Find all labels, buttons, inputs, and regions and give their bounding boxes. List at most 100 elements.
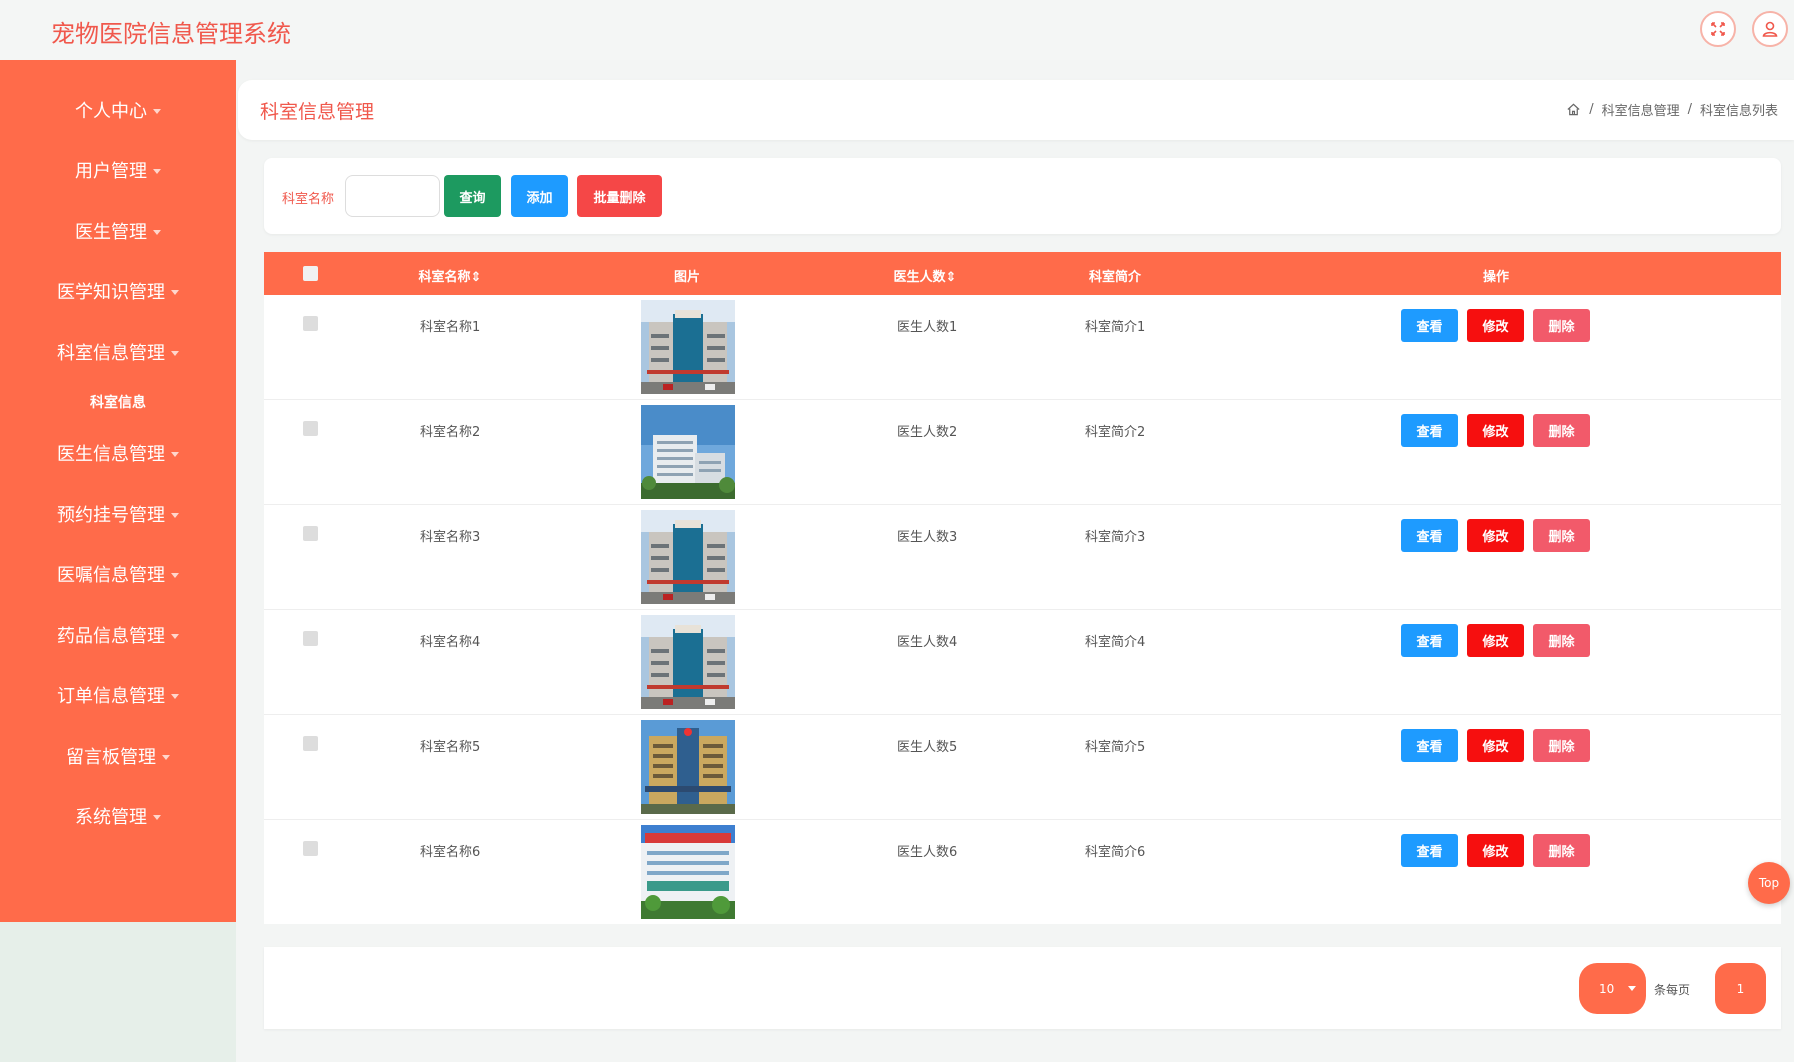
row-checkbox[interactable]: [303, 316, 318, 331]
view-button[interactable]: 查看: [1401, 309, 1458, 342]
department-name-input[interactable]: [345, 175, 440, 217]
sidebar-item-system[interactable]: 系统管理: [0, 796, 236, 836]
sort-icon[interactable]: ⇕: [946, 270, 957, 285]
caret-down-icon: [171, 572, 179, 578]
sidebar-item-medical-knowledge[interactable]: 医学知识管理: [0, 271, 236, 311]
table-row: 科室名称6 医生人数6 科室简介6 查看 修改 删除: [264, 820, 1781, 925]
sidebar-item-doctor-info[interactable]: 医生信息管理: [0, 433, 236, 473]
department-name-cell: 科室名称2: [420, 425, 481, 440]
delete-button[interactable]: 删除: [1533, 414, 1590, 447]
caret-down-icon: [171, 350, 179, 356]
table-row: 科室名称1 医生人数1 科室简介1 查看 修改 删除: [264, 295, 1781, 400]
row-checkbox[interactable]: [303, 526, 318, 541]
caret-down-icon: [171, 512, 179, 518]
sidebar-item-medical-orders[interactable]: 医嘱信息管理: [0, 554, 236, 594]
delete-button[interactable]: 删除: [1533, 624, 1590, 657]
department-name-cell: 科室名称3: [420, 530, 481, 545]
row-checkbox[interactable]: [303, 841, 318, 856]
intro-cell: 科室简介1: [1085, 320, 1146, 335]
delete-button[interactable]: 删除: [1533, 309, 1590, 342]
pagination: 10 条每页 1: [264, 947, 1781, 1029]
department-image: [641, 510, 735, 604]
doctor-count-cell: 医生人数1: [897, 320, 958, 335]
view-button[interactable]: 查看: [1401, 624, 1458, 657]
page-number-button[interactable]: 1: [1715, 963, 1766, 1014]
row-checkbox[interactable]: [303, 736, 318, 751]
department-image: [641, 300, 735, 394]
row-checkbox[interactable]: [303, 421, 318, 436]
sidebar-item-drugs[interactable]: 药品信息管理: [0, 615, 236, 655]
search-bar: 科室名称 查询 添加 批量删除: [264, 158, 1781, 234]
table-header: 科室名称⇕ 图片 医生人数⇕ 科室简介 操作: [264, 252, 1781, 295]
edit-button[interactable]: 修改: [1467, 414, 1524, 447]
department-name-cell: 科室名称5: [420, 740, 481, 755]
batch-delete-button[interactable]: 批量删除: [577, 175, 662, 217]
caret-down-icon: [171, 693, 179, 699]
sidebar-item-label: 药品信息管理: [57, 626, 165, 647]
page-title: 科室信息管理: [260, 101, 375, 123]
user-icon[interactable]: [1752, 11, 1788, 47]
top-header: 宠物医院信息管理系统: [0, 0, 1794, 60]
caret-down-icon: [153, 814, 161, 820]
view-button[interactable]: 查看: [1401, 519, 1458, 552]
department-name-cell: 科室名称6: [420, 845, 481, 860]
home-icon[interactable]: [1566, 102, 1581, 117]
breadcrumb-item-department-list: 科室信息列表: [1699, 104, 1778, 119]
caret-down-icon: [171, 633, 179, 639]
select-all-checkbox[interactable]: [303, 266, 318, 281]
sidebar-item-doctor-management[interactable]: 医生管理: [0, 211, 236, 251]
sidebar-item-message-board[interactable]: 留言板管理: [0, 736, 236, 776]
sidebar-item-orders[interactable]: 订单信息管理: [0, 675, 236, 715]
query-button[interactable]: 查询: [444, 175, 501, 217]
edit-button[interactable]: 修改: [1467, 729, 1524, 762]
sidebar-item-appointment[interactable]: 预约挂号管理: [0, 494, 236, 534]
sidebar-subitem-department[interactable]: 科室信息: [0, 387, 236, 417]
department-name-cell: 科室名称1: [420, 320, 481, 335]
sidebar-item-user-management[interactable]: 用户管理: [0, 150, 236, 190]
breadcrumb-item-department-management[interactable]: 科室信息管理: [1602, 100, 1680, 119]
sidebar-item-label: 系统管理: [75, 807, 147, 828]
sidebar-item-label: 科室信息管理: [57, 343, 165, 364]
column-header-name[interactable]: 科室名称⇕: [419, 266, 482, 285]
view-button[interactable]: 查看: [1401, 729, 1458, 762]
column-header-doctor-count[interactable]: 医生人数⇕: [894, 266, 957, 285]
intro-cell: 科室简介3: [1085, 530, 1146, 545]
breadcrumb-separator: /: [1589, 102, 1594, 117]
sidebar: 个人中心 用户管理 医生管理 医学知识管理 科室信息管理 科室信息 医生信息管理…: [0, 60, 236, 922]
edit-button[interactable]: 修改: [1467, 519, 1524, 552]
edit-button[interactable]: 修改: [1467, 834, 1524, 867]
sidebar-item-personal-center[interactable]: 个人中心: [0, 90, 236, 130]
table-row: 科室名称4 医生人数4 科室简介4 查看 修改 删除: [264, 610, 1781, 715]
intro-cell: 科室简介4: [1085, 635, 1146, 650]
department-name-cell: 科室名称4: [420, 635, 481, 650]
page-size-value: 10: [1599, 981, 1615, 996]
row-checkbox[interactable]: [303, 631, 318, 646]
sidebar-item-label: 医学知识管理: [57, 282, 165, 303]
page-size-select[interactable]: 10: [1579, 963, 1646, 1014]
column-header-label: 科室名称: [418, 270, 471, 285]
sidebar-item-label: 医嘱信息管理: [57, 565, 165, 586]
edit-button[interactable]: 修改: [1467, 624, 1524, 657]
fullscreen-icon[interactable]: [1700, 11, 1736, 47]
add-button[interactable]: 添加: [511, 175, 568, 217]
doctor-count-cell: 医生人数5: [897, 740, 958, 755]
doctor-count-cell: 医生人数3: [897, 530, 958, 545]
chevron-down-icon: [1628, 986, 1636, 991]
edit-button[interactable]: 修改: [1467, 309, 1524, 342]
caret-down-icon: [153, 108, 161, 114]
sidebar-item-label: 预约挂号管理: [57, 505, 165, 526]
caret-down-icon: [162, 754, 170, 760]
view-button[interactable]: 查看: [1401, 414, 1458, 447]
intro-cell: 科室简介5: [1085, 740, 1146, 755]
sidebar-item-label: 订单信息管理: [57, 686, 165, 707]
sort-icon[interactable]: ⇕: [471, 270, 482, 285]
delete-button[interactable]: 删除: [1533, 519, 1590, 552]
view-button[interactable]: 查看: [1401, 834, 1458, 867]
delete-button[interactable]: 删除: [1533, 834, 1590, 867]
department-image: [641, 405, 735, 499]
sidebar-item-department-info[interactable]: 科室信息管理: [0, 332, 236, 372]
sidebar-footer-area: [0, 922, 236, 1062]
intro-cell: 科室简介6: [1085, 845, 1146, 860]
delete-button[interactable]: 删除: [1533, 729, 1590, 762]
back-to-top-button[interactable]: Top: [1748, 862, 1790, 904]
